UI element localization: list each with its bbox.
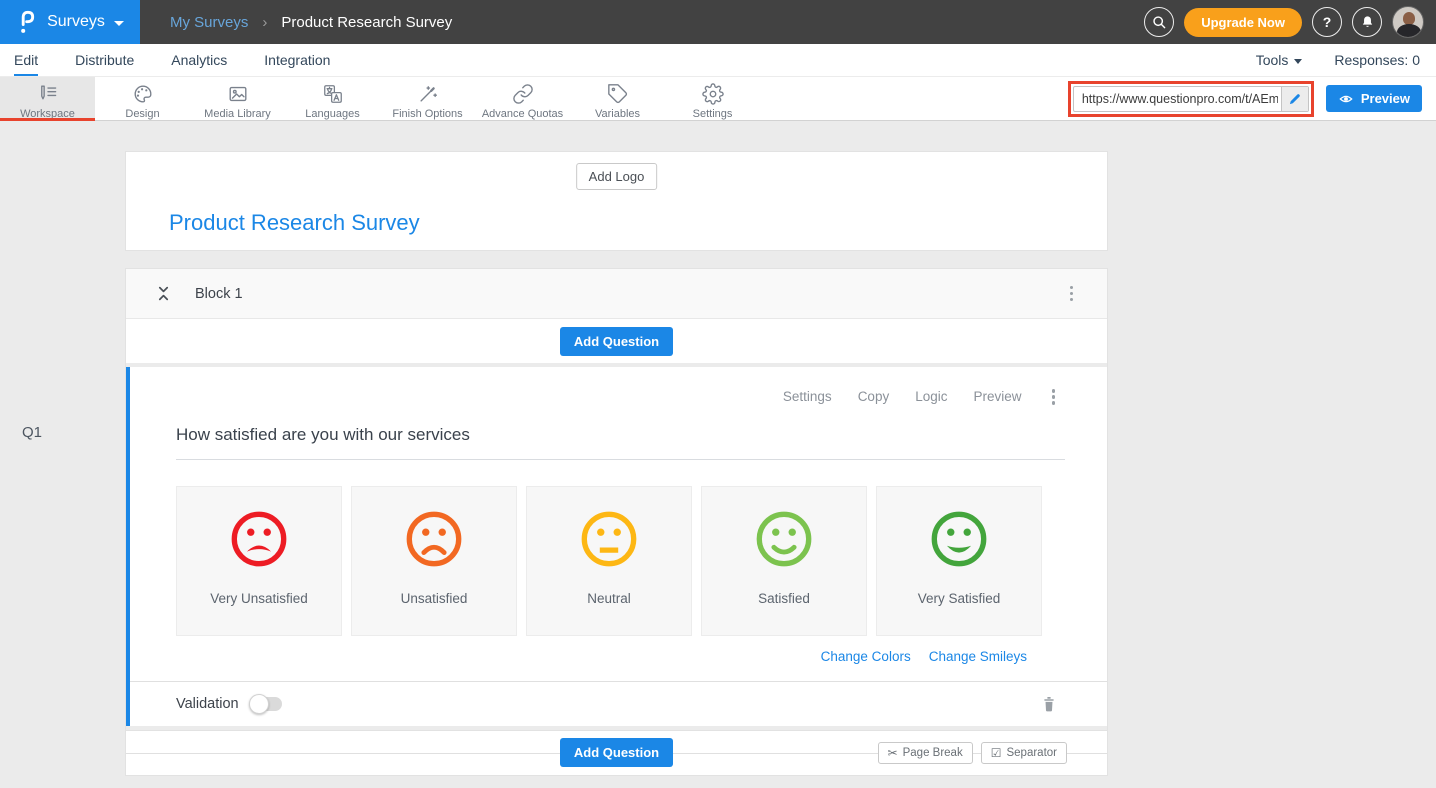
question-menu-button[interactable] bbox=[1048, 385, 1060, 409]
tools-dropdown[interactable]: Tools bbox=[1256, 52, 1303, 68]
option-very-satisfied[interactable]: Very Satisfied bbox=[876, 486, 1042, 636]
url-annotation-highlight bbox=[1068, 81, 1314, 117]
checkbox-checked-icon: ☑ bbox=[991, 746, 1002, 760]
tab-distribute[interactable]: Distribute bbox=[75, 44, 134, 76]
breadcrumb-separator: › bbox=[262, 14, 267, 31]
change-smileys-link[interactable]: Change Smileys bbox=[929, 649, 1027, 664]
questionpro-logo-icon bbox=[16, 8, 38, 36]
change-colors-link[interactable]: Change Colors bbox=[821, 649, 911, 664]
frown-icon bbox=[403, 508, 465, 570]
block-card: Block 1 Add Question Settings Copy Logic… bbox=[125, 268, 1108, 776]
tab-edit[interactable]: Edit bbox=[14, 44, 38, 76]
page-break-button[interactable]: ✂ Page Break bbox=[878, 742, 973, 764]
search-button[interactable] bbox=[1144, 7, 1174, 37]
preview-button[interactable]: Preview bbox=[1326, 85, 1422, 112]
eye-icon bbox=[1338, 92, 1354, 106]
separator-button[interactable]: ☑ Separator bbox=[981, 742, 1067, 764]
toolbar-item-settings[interactable]: Settings bbox=[665, 77, 760, 120]
validation-row: Validation bbox=[130, 681, 1107, 726]
pencil-icon bbox=[1288, 92, 1302, 106]
add-question-row-top: Add Question bbox=[126, 319, 1107, 363]
toolbar-item-languages[interactable]: Languages bbox=[285, 77, 380, 120]
validation-label: Validation bbox=[176, 696, 239, 712]
tab-integration[interactable]: Integration bbox=[264, 44, 330, 76]
workspace-icon bbox=[37, 83, 59, 105]
breadcrumb: My Surveys › Product Research Survey bbox=[170, 14, 452, 31]
link-icon bbox=[512, 83, 534, 105]
survey-header-card: Add Logo Product Research Survey bbox=[125, 151, 1108, 251]
block-header: Block 1 bbox=[126, 269, 1107, 319]
validation-toggle[interactable] bbox=[251, 697, 282, 711]
collapse-icon bbox=[156, 285, 171, 302]
app-switcher[interactable]: Surveys bbox=[0, 0, 140, 44]
question-logic-link[interactable]: Logic bbox=[915, 389, 947, 404]
smiley-scale: Very Unsatisfied Unsatisfied bbox=[176, 486, 1065, 636]
question-preview-link[interactable]: Preview bbox=[973, 389, 1021, 404]
neutral-face-icon bbox=[578, 508, 640, 570]
upgrade-now-button[interactable]: Upgrade Now bbox=[1184, 8, 1302, 37]
responses-count[interactable]: Responses: 0 bbox=[1334, 52, 1420, 68]
question-settings-link[interactable]: Settings bbox=[783, 389, 832, 404]
block-footer: Add Question ✂ Page Break ☑ Separator bbox=[126, 730, 1107, 775]
option-satisfied[interactable]: Satisfied bbox=[701, 486, 867, 636]
top-bar: Surveys My Surveys › Product Research Su… bbox=[0, 0, 1436, 44]
toolbar-item-workspace[interactable]: Workspace bbox=[0, 77, 95, 120]
toolbar-item-design[interactable]: Design bbox=[95, 77, 190, 120]
toolbar-item-advance-quotas[interactable]: Advance Quotas bbox=[475, 77, 570, 120]
question-mark-icon: ? bbox=[1323, 14, 1332, 30]
trash-icon bbox=[1041, 695, 1057, 713]
collapse-block-button[interactable] bbox=[156, 285, 171, 302]
wand-icon bbox=[417, 83, 439, 105]
add-question-button-top[interactable]: Add Question bbox=[560, 327, 673, 356]
tab-analytics[interactable]: Analytics bbox=[171, 44, 227, 76]
add-question-button-bottom[interactable]: Add Question bbox=[560, 738, 673, 767]
question-actions: Settings Copy Logic Preview bbox=[176, 385, 1065, 409]
workspace-canvas: Q1 Add Logo Product Research Survey Bloc… bbox=[0, 121, 1436, 788]
block-name[interactable]: Block 1 bbox=[195, 286, 243, 302]
breadcrumb-current-survey: Product Research Survey bbox=[281, 14, 452, 31]
notifications-button[interactable] bbox=[1352, 7, 1382, 37]
section-nav: Edit Distribute Analytics Integration To… bbox=[0, 44, 1436, 77]
question-card: Settings Copy Logic Preview How satisfie… bbox=[126, 367, 1107, 726]
user-avatar[interactable] bbox=[1392, 6, 1424, 38]
option-neutral[interactable]: Neutral bbox=[526, 486, 692, 636]
question-text-field[interactable]: How satisfied are you with our services bbox=[176, 425, 1065, 460]
toolbar-item-finish-options[interactable]: Finish Options bbox=[380, 77, 475, 120]
scissors-icon: ✂ bbox=[888, 746, 898, 760]
survey-url-input[interactable] bbox=[1073, 86, 1309, 112]
bell-icon bbox=[1360, 14, 1375, 30]
chevron-down-icon bbox=[1294, 59, 1302, 64]
edit-url-button[interactable] bbox=[1281, 87, 1308, 111]
app-name: Surveys bbox=[47, 13, 105, 31]
add-logo-button[interactable]: Add Logo bbox=[576, 163, 658, 190]
tag-icon bbox=[607, 83, 629, 105]
search-icon bbox=[1151, 14, 1167, 30]
question-copy-link[interactable]: Copy bbox=[858, 389, 890, 404]
frown-filled-icon bbox=[228, 508, 290, 570]
editor-toolbar: Workspace Design Media Library Languages bbox=[0, 77, 1436, 121]
question-number-label: Q1 bbox=[22, 424, 42, 441]
palette-icon bbox=[132, 83, 154, 105]
smile-icon bbox=[753, 508, 815, 570]
chevron-down-icon bbox=[114, 21, 124, 26]
help-button[interactable]: ? bbox=[1312, 7, 1342, 37]
option-very-unsatisfied[interactable]: Very Unsatisfied bbox=[176, 486, 342, 636]
block-menu-button[interactable] bbox=[1066, 282, 1078, 306]
option-unsatisfied[interactable]: Unsatisfied bbox=[351, 486, 517, 636]
gear-icon bbox=[702, 83, 724, 105]
breadcrumb-my-surveys[interactable]: My Surveys bbox=[170, 14, 248, 31]
translate-icon bbox=[322, 83, 344, 105]
image-icon bbox=[227, 83, 249, 105]
smile-filled-icon bbox=[928, 508, 990, 570]
toolbar-item-variables[interactable]: Variables bbox=[570, 77, 665, 120]
delete-question-button[interactable] bbox=[1041, 695, 1057, 713]
survey-title[interactable]: Product Research Survey bbox=[169, 210, 420, 236]
toolbar-item-media-library[interactable]: Media Library bbox=[190, 77, 285, 120]
